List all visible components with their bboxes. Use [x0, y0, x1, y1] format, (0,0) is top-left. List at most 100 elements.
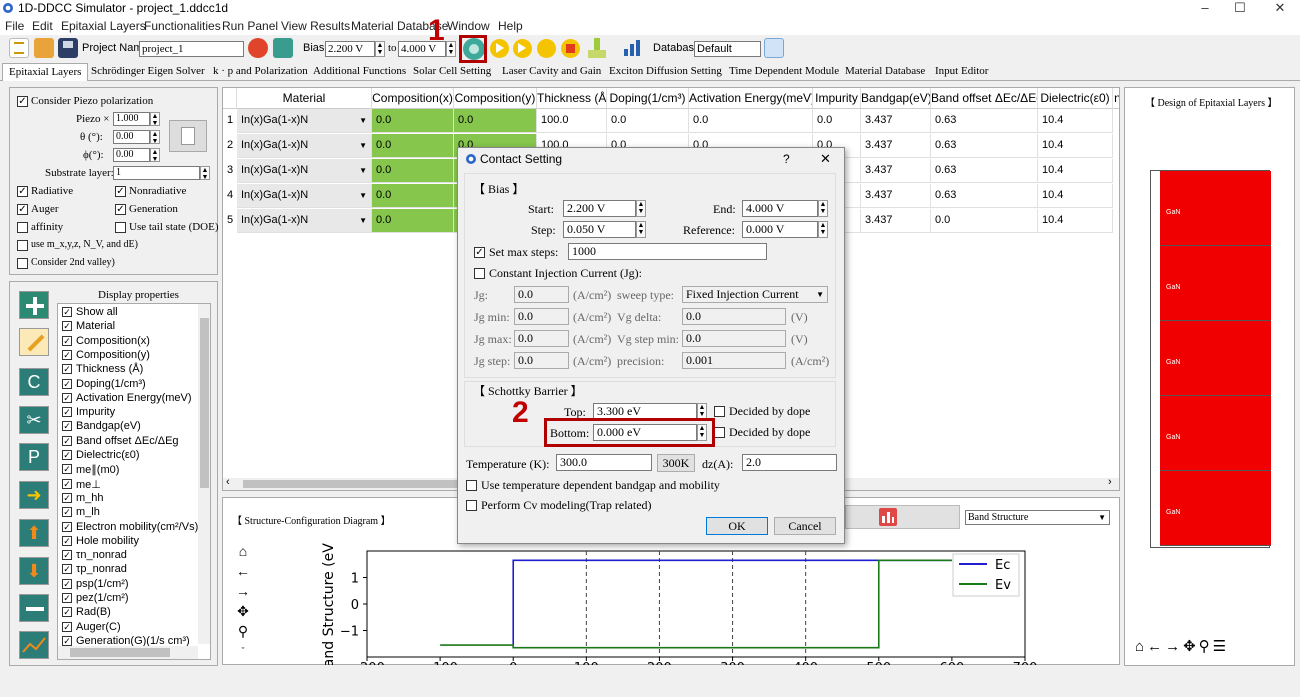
plot-type-dropdown[interactable]: Band Structure ▼: [965, 510, 1110, 525]
database-reload-icon[interactable]: [764, 38, 784, 58]
table-cell[interactable]: 0.63: [931, 184, 1038, 208]
phi-input[interactable]: 0.00: [113, 148, 150, 162]
step-spinner[interactable]: ▲ ▼: [636, 221, 646, 238]
theta-spinner[interactable]: ▲ ▼: [150, 130, 160, 145]
theta-input[interactable]: 0.00: [113, 130, 150, 144]
display-property-checkbox[interactable]: ✓: [62, 450, 72, 460]
header-impurity[interactable]: Impurity: [813, 88, 861, 109]
design-forward-icon[interactable]: →: [1165, 638, 1183, 655]
menu-window[interactable]: Window: [447, 19, 490, 33]
epitaxial-layer[interactable]: GaN: [1160, 171, 1271, 246]
design-zoom-icon[interactable]: ⚲: [1199, 638, 1213, 655]
copy-icon[interactable]: C: [19, 368, 49, 396]
jg-min-input[interactable]: 0.0: [514, 308, 569, 325]
close-button[interactable]: ✕: [1260, 0, 1300, 17]
design-home-icon[interactable]: ⌂: [1135, 638, 1147, 655]
display-property-item[interactable]: ✓ Thickness (Å): [62, 363, 197, 377]
display-property-checkbox[interactable]: ✓: [62, 550, 72, 561]
dropdown-arrow-icon[interactable]: ▼: [359, 184, 367, 207]
table-cell[interactable]: 10.4: [1038, 159, 1113, 183]
paste-icon[interactable]: P: [19, 443, 49, 471]
auger-checkbox[interactable]: ✓: [17, 204, 28, 215]
dialog-close-button[interactable]: ✕: [820, 151, 831, 167]
display-property-checkbox[interactable]: ✓: [62, 421, 72, 432]
table-cell[interactable]: 3.437: [861, 109, 931, 133]
step-input[interactable]: 0.050 V: [563, 221, 636, 238]
display-property-item[interactable]: ✓ Dielectric(ε0): [62, 449, 197, 463]
display-property-checkbox[interactable]: ✓: [62, 607, 72, 618]
display-property-item[interactable]: ✓ Rad(B): [62, 606, 197, 620]
menu-help[interactable]: Help: [498, 19, 523, 33]
display-property-item[interactable]: ✓ m_lh: [62, 506, 197, 520]
max-steps-input[interactable]: 1000: [568, 243, 767, 260]
list-hscrollbar[interactable]: [58, 646, 198, 659]
design-back-icon[interactable]: ←: [1147, 638, 1165, 655]
display-property-item[interactable]: ✓ Show all: [62, 306, 197, 320]
display-property-checkbox[interactable]: ✓: [62, 507, 72, 518]
tab-schrodinger[interactable]: Schrödinger Eigen Solver: [85, 63, 211, 81]
stop-icon[interactable]: [561, 39, 580, 58]
piezo-spinner[interactable]: ▲ ▼: [150, 112, 160, 127]
table-cell[interactable]: 0.0: [813, 109, 861, 133]
affinity-checkbox[interactable]: [17, 222, 28, 233]
database-input[interactable]: Default: [694, 41, 761, 57]
generation-checkbox[interactable]: ✓: [115, 204, 126, 215]
temperature-input[interactable]: 300.0: [556, 454, 652, 471]
use-m-checkbox[interactable]: [17, 240, 28, 251]
epitaxial-layer[interactable]: GaN: [1160, 471, 1271, 546]
tab-time-dependent[interactable]: Time Dependent Module: [723, 63, 845, 81]
display-property-item[interactable]: ✓ Bandgap(eV): [62, 420, 197, 434]
substrate-input[interactable]: 1: [113, 166, 200, 180]
display-property-checkbox[interactable]: ✓: [62, 392, 72, 403]
epitaxial-layer[interactable]: GaN: [1160, 321, 1271, 396]
jg-input[interactable]: 0.0: [514, 286, 569, 303]
display-property-checkbox[interactable]: ✓: [62, 564, 72, 575]
save-icon[interactable]: [58, 38, 78, 58]
material-cell[interactable]: In(x)Ga(1-x)N ▼: [237, 159, 372, 183]
table-cell[interactable]: 0.0: [372, 134, 454, 158]
menu-file[interactable]: File: [5, 19, 24, 33]
display-property-checkbox[interactable]: ✓: [62, 521, 72, 532]
table-cell[interactable]: 3.437: [861, 209, 931, 233]
display-property-item[interactable]: ✓ me∥(m0): [62, 463, 197, 477]
design-settings-icon[interactable]: ☰: [1213, 638, 1229, 655]
tab-laser-cavity[interactable]: Laser Cavity and Gain: [496, 63, 607, 81]
dropdown-arrow-icon[interactable]: ▼: [359, 159, 367, 182]
export-icon[interactable]: [273, 38, 293, 58]
piezo-input[interactable]: 1.000: [113, 112, 150, 126]
table-cell[interactable]: 0.63: [931, 134, 1038, 158]
table-cell[interactable]: 0.0: [372, 109, 454, 133]
arrow-up-icon[interactable]: ⬆: [19, 519, 49, 547]
chart-icon[interactable]: [19, 631, 49, 659]
project-name-input[interactable]: project_1: [139, 41, 244, 57]
display-property-item[interactable]: ✓ Electron mobility(cm²/Vs): [62, 521, 198, 535]
display-property-item[interactable]: ✓ Material: [62, 320, 197, 334]
plus-icon[interactable]: [19, 291, 49, 319]
menu-view-results[interactable]: View Results: [281, 19, 350, 33]
display-property-item[interactable]: ✓ me⊥: [62, 478, 197, 492]
reference-input[interactable]: 0.000 V: [742, 221, 818, 238]
display-property-checkbox[interactable]: ✓: [62, 321, 72, 332]
table-cell[interactable]: 100.0: [537, 109, 607, 133]
home-icon[interactable]: ⌂: [235, 541, 251, 561]
display-property-item[interactable]: ✓ Hole mobility: [62, 535, 197, 549]
maximize-button[interactable]: ☐: [1220, 0, 1260, 17]
start-spinner[interactable]: ▲ ▼: [636, 200, 646, 217]
table-cell[interactable]: 0.63: [931, 159, 1038, 183]
substrate-spinner[interactable]: ▲ ▼: [200, 166, 210, 181]
material-cell[interactable]: In(x)Ga(1-x)N ▼: [237, 109, 372, 133]
display-property-checkbox[interactable]: ✓: [62, 335, 72, 346]
constant-injection-checkbox[interactable]: [474, 268, 485, 279]
nonradiative-checkbox[interactable]: ✓: [115, 186, 126, 197]
table-cell[interactable]: 3.437: [861, 184, 931, 208]
header-band-offset[interactable]: Band offset ΔEc/ΔEg: [931, 88, 1038, 109]
header-activation-energy[interactable]: Activation Energy(meV): [689, 88, 813, 109]
tail-state-checkbox[interactable]: [115, 222, 126, 233]
bias-start-input[interactable]: 2.200 V: [325, 41, 375, 57]
clear-icon[interactable]: [588, 38, 606, 58]
display-property-item[interactable]: ✓ pez(1/cm²): [62, 592, 197, 606]
clipboard-icon[interactable]: [169, 120, 207, 152]
row-number[interactable]: 2: [223, 134, 237, 158]
vg-delta-input[interactable]: 0.0: [682, 308, 786, 325]
row-number[interactable]: 4: [223, 184, 237, 208]
